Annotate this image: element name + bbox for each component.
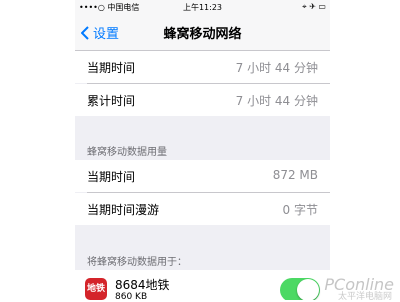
app-data-header: 将蜂窝移动数据用于：	[87, 257, 187, 268]
roaming-data-label: 当期时间漫游	[87, 203, 160, 217]
page-title: 蜂窝移动网络	[163, 27, 242, 42]
current-call-time-value: 7 小时 44 分钟	[235, 61, 318, 75]
roaming-data-value: 0 字节	[282, 203, 318, 217]
current-data-value: 872 MB	[272, 168, 318, 182]
watermark-subtitle: 太平洋电脑网	[337, 292, 392, 302]
total-call-time-label: 累计时间	[87, 94, 136, 108]
current-call-time-row: 当期时间 7 小时 44 分钟	[75, 51, 330, 83]
app-row: 地铁 8684地铁 860 KB	[75, 270, 330, 300]
status-time: 上午11:23	[182, 3, 223, 12]
current-call-time-label: 当期时间	[87, 61, 136, 75]
total-call-time-value: 7 小时 44 分钟	[235, 94, 318, 108]
total-call-time-row: 累计时间 7 小时 44 分钟	[75, 84, 330, 116]
current-data-usage-row: 当期时间 872 MB	[75, 160, 330, 192]
status-bar: ••••○ 中国电信 上午11:23 ⌖ ✈ ▭	[75, 0, 330, 14]
app-size: 860 KB	[115, 292, 148, 300]
app-cellular-toggle[interactable]	[280, 278, 320, 300]
subway-app-icon: 地铁	[85, 278, 107, 300]
current-data-label: 当期时间	[87, 170, 136, 184]
app-name: 8684地铁	[115, 278, 170, 292]
data-usage-header: 蜂窝移动数据用量	[87, 147, 167, 158]
toggle-knob	[297, 279, 319, 300]
navigation-bar: 设置 蜂窝移动网络	[75, 14, 330, 51]
roaming-data-usage-row: 当期时间漫游 0 字节	[75, 193, 330, 225]
status-icons: ⌖ ✈ ▭	[302, 2, 326, 11]
phone-screen: ••••○ 中国电信 上午11:23 ⌖ ✈ ▭ 设置 蜂窝移动网络 当期时间 …	[75, 0, 330, 300]
